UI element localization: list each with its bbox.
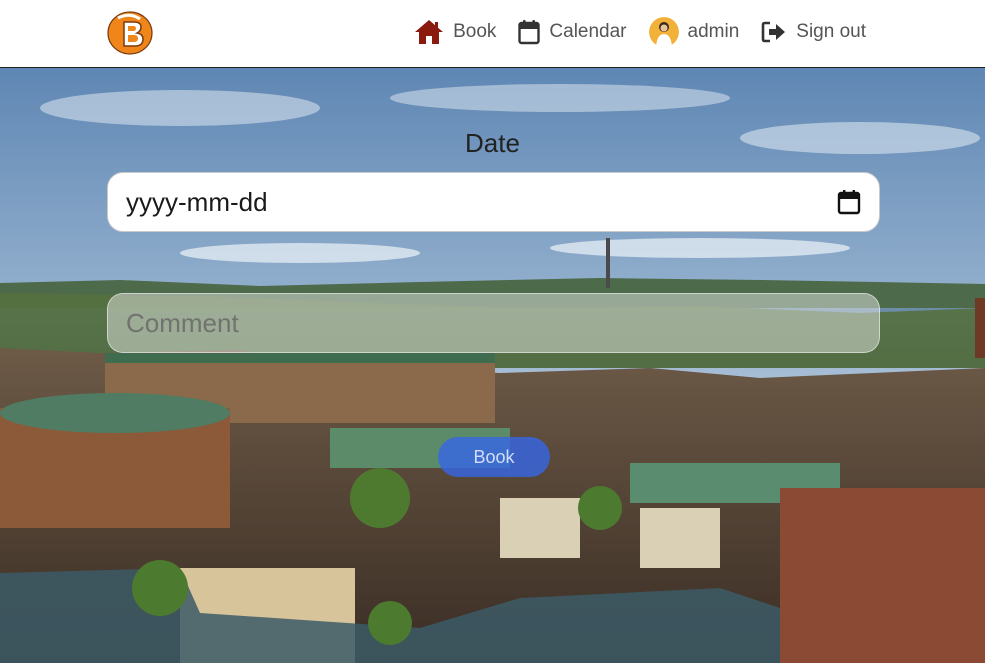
top-navbar: Book Calendar admin Sign out: [0, 0, 985, 68]
book-submit-button[interactable]: Book: [438, 437, 550, 477]
date-label: Date: [465, 128, 520, 158]
brand-logo[interactable]: [106, 10, 154, 56]
calendar-icon: [518, 19, 541, 45]
date-field[interactable]: yyyy-mm-dd: [107, 172, 880, 232]
date-field-value: yyyy-mm-dd: [126, 186, 268, 217]
nav-menu: Book Calendar admin Sign out: [414, 0, 866, 64]
nav-book-label: Book: [453, 21, 497, 42]
home-icon: [414, 19, 444, 45]
avatar: [648, 17, 679, 47]
comment-field[interactable]: [107, 293, 880, 353]
nav-sign-out-label: Sign out: [796, 21, 866, 42]
nav-user-label: admin: [687, 21, 740, 42]
nav-book[interactable]: Book: [414, 19, 496, 45]
nav-calendar[interactable]: Calendar: [518, 19, 627, 45]
date-picker-calendar-icon[interactable]: [837, 189, 861, 215]
nav-calendar-label: Calendar: [549, 21, 627, 42]
nav-user[interactable]: admin: [648, 17, 740, 47]
nav-sign-out[interactable]: Sign out: [761, 21, 866, 43]
sign-out-icon: [761, 21, 787, 43]
